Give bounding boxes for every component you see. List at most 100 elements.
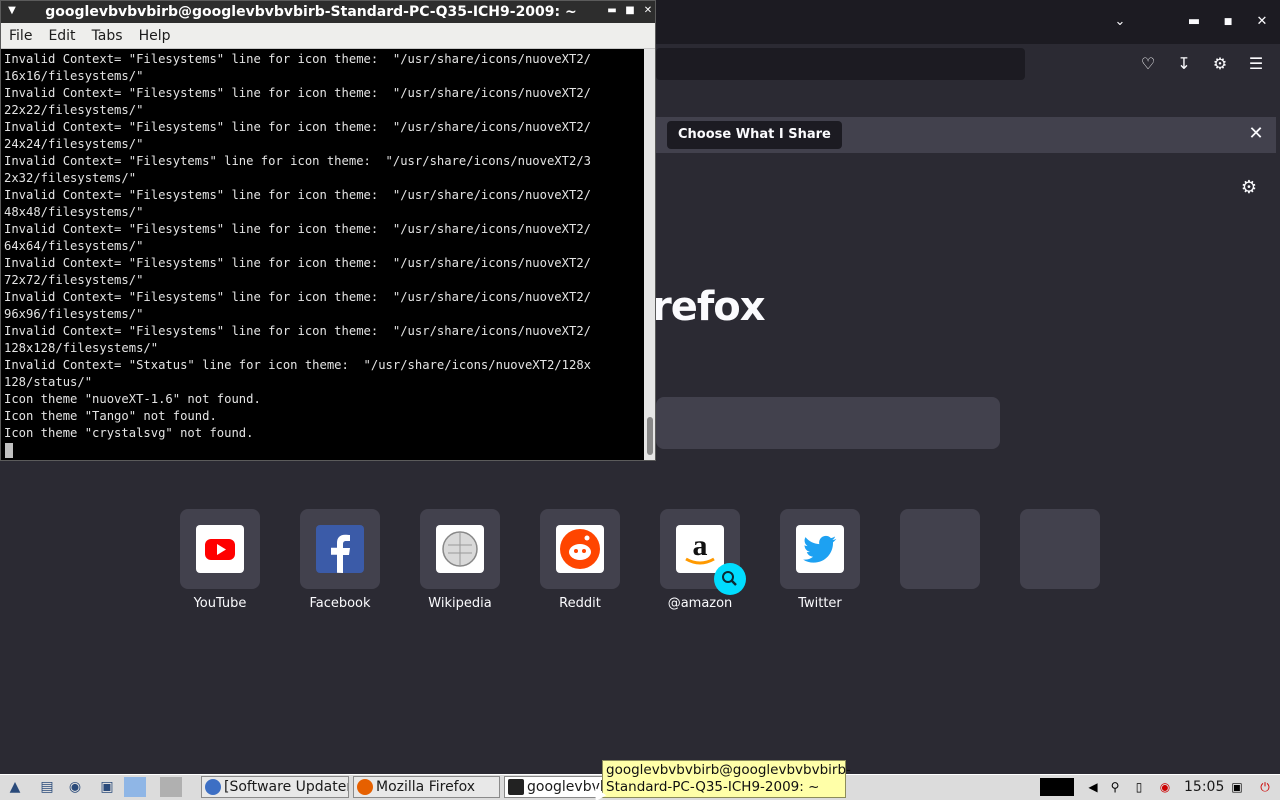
top-site-wikipedia[interactable] <box>420 509 500 589</box>
terminal-line: Icon theme "Tango" not found. <box>4 409 217 423</box>
minimize-icon[interactable]: ▬ <box>605 4 619 18</box>
facebook-icon <box>316 525 364 573</box>
terminal-line: 64x64/filesystems/" <box>4 239 144 253</box>
reddit-icon <box>556 525 604 573</box>
hamburger-menu-icon[interactable]: ☰ <box>1244 52 1268 76</box>
search-icon[interactable]: ⚲ <box>1106 778 1124 796</box>
show-desktop-icon[interactable]: ▤ <box>36 777 58 797</box>
svg-text:a: a <box>693 529 708 562</box>
top-site-empty-1[interactable] <box>900 509 980 589</box>
menu-file[interactable]: File <box>1 23 40 49</box>
terminal-output[interactable]: Invalid Context= "Filesystems" line for … <box>4 51 644 457</box>
taskbar-tooltip: googlevbvbvbirb@googlevbvbvbirb- Standar… <box>602 760 851 798</box>
pocket-icon[interactable]: ♡ <box>1136 52 1160 76</box>
terminal-line: 48x48/filesystems/" <box>4 205 144 219</box>
terminal-window: ▼ googlevbvbvbirb@googlevbvbvbirb-Standa… <box>0 0 656 461</box>
terminal-line: Invalid Context= "Filesystems" line for … <box>4 120 591 134</box>
clock[interactable]: 15:05 <box>1184 777 1224 797</box>
terminal-line: Icon theme "crystalsvg" not found. <box>4 426 254 440</box>
terminal-line: Invalid Context= "Filesystems" line for … <box>4 86 591 100</box>
top-site-reddit[interactable] <box>540 509 620 589</box>
menu-edit[interactable]: Edit <box>40 23 83 49</box>
terminal-line: 128x128/filesystems/" <box>4 341 159 355</box>
terminal-line: Invalid Context= "Filesystems" line for … <box>4 324 591 338</box>
power-icon[interactable]: ⏻ <box>1256 778 1274 796</box>
tooltip-line: Standard-PC-Q35-ICH9-2009: ~ <box>606 779 820 795</box>
choose-what-i-share-button[interactable]: Choose What I Share <box>667 121 842 149</box>
terminal-titlebar[interactable]: ▼ googlevbvbvbirb@googlevbvbvbirb-Standa… <box>1 1 655 23</box>
top-site-label: Wikipedia <box>428 596 492 611</box>
task-terminal[interactable]: googlevbvb <box>504 776 604 798</box>
terminal-line: Invalid Context= "Filesystems" line for … <box>4 290 591 304</box>
lock-screen-icon[interactable]: ▣ <box>1228 778 1246 796</box>
terminal-line: Invalid Context= "Filesystems" line for … <box>4 256 591 270</box>
workspace-1-icon[interactable] <box>124 777 146 797</box>
choose-what-i-share-label: Choose What I Share <box>678 127 831 142</box>
terminal-line: Icon theme "nuoveXT-1.6" not found. <box>4 392 261 406</box>
terminal-line: 128/status/" <box>4 375 93 389</box>
newtab-settings-gear-icon[interactable]: ⚙ <box>1238 177 1260 199</box>
task-label: Mozilla Firefox <box>376 779 476 795</box>
terminal-menubar: File Edit Tabs Help <box>1 23 655 49</box>
workspace-2-icon[interactable] <box>160 777 182 797</box>
task-mozilla-firefox[interactable]: Mozilla Firefox <box>353 776 500 798</box>
url-bar[interactable] <box>656 48 1025 80</box>
task-label: [Software Updater] <box>224 779 349 795</box>
wikipedia-icon <box>436 525 484 573</box>
firefox-wordmark: refox <box>652 284 766 330</box>
menu-help[interactable]: Help <box>131 23 179 49</box>
tooltip-line: googlevbvbvbirb@googlevbvbvbirb- <box>606 762 851 778</box>
start-menu-icon[interactable]: ▲ <box>4 777 26 797</box>
clipboard-icon[interactable]: ▯ <box>1130 778 1148 796</box>
top-site-label: @amazon <box>667 596 733 611</box>
top-site-label: Twitter <box>798 596 842 611</box>
top-site-empty-2[interactable] <box>1020 509 1100 589</box>
youtube-icon <box>196 525 244 573</box>
terminal-title: googlevbvbvbirb@googlevbvbvbirb-Standard… <box>45 4 577 20</box>
terminal-scrollbar[interactable] <box>644 49 655 460</box>
terminal-line: 24x24/filesystems/" <box>4 137 144 151</box>
top-site-label: YouTube <box>193 596 247 611</box>
terminal-line: Invalid Context= "Stxatus" line for icon… <box>4 358 591 372</box>
software-updater-icon <box>205 779 221 795</box>
list-all-tabs-chevron-down-icon[interactable]: ⌄ <box>1110 12 1130 32</box>
terminal-line: Invalid Context= "Filesystems" line for … <box>4 188 591 202</box>
notification-close-icon[interactable]: ✕ <box>1244 122 1268 146</box>
tray-cpu-monitor <box>1040 778 1074 796</box>
top-site-youtube[interactable] <box>180 509 260 589</box>
downloads-icon[interactable]: ↧ <box>1172 52 1196 76</box>
terminal-line: 2x32/filesystems/" <box>4 171 137 185</box>
terminal-line: Invalid Context= "Filesytems" line for i… <box>4 154 591 168</box>
browser-launcher-icon[interactable]: ▣ <box>96 777 118 797</box>
terminal-line: Invalid Context= "Filesystems" line for … <box>4 52 591 66</box>
top-site-label: Facebook <box>309 596 371 611</box>
terminal-cursor <box>5 443 13 458</box>
newtab-search-input[interactable] <box>656 397 1000 449</box>
window-menu-icon[interactable]: ▼ <box>5 4 19 18</box>
menu-tabs[interactable]: Tabs <box>84 23 131 49</box>
desktop: ⌄ ▬ ■ ✕ ♡ ↧ ⚙ ☰ Choose What I Share ✕ ⚙ … <box>0 0 1280 800</box>
top-site-facebook[interactable] <box>300 509 380 589</box>
terminal-scrollbar-thumb[interactable] <box>647 417 653 455</box>
search-shortcut-badge-icon <box>714 563 746 595</box>
terminal-line: 16x16/filesystems/" <box>4 69 144 83</box>
maximize-icon[interactable]: ■ <box>1218 12 1238 32</box>
terminal-line: Invalid Context= "Filesystems" line for … <box>4 222 591 236</box>
file-manager-icon[interactable]: ◉ <box>64 777 86 797</box>
terminal-line: 22x22/filesystems/" <box>4 103 144 117</box>
task-software-updater[interactable]: [Software Updater] <box>201 776 349 798</box>
terminal-line: 96x96/filesystems/" <box>4 307 144 321</box>
update-notifier-icon[interactable]: ◉ <box>1156 778 1174 796</box>
terminal-icon <box>508 779 524 795</box>
extensions-icon[interactable]: ⚙ <box>1208 52 1232 76</box>
top-site-twitter[interactable] <box>780 509 860 589</box>
top-site-label: Reddit <box>559 596 601 611</box>
terminal-line: 72x72/filesystems/" <box>4 273 144 287</box>
close-icon[interactable]: ✕ <box>641 4 655 18</box>
firefox-icon <box>357 779 373 795</box>
volume-icon[interactable]: ◀ <box>1084 778 1102 796</box>
maximize-icon[interactable]: ■ <box>623 4 637 18</box>
minimize-icon[interactable]: ▬ <box>1184 12 1204 32</box>
close-icon[interactable]: ✕ <box>1252 12 1272 32</box>
twitter-icon <box>796 525 844 573</box>
